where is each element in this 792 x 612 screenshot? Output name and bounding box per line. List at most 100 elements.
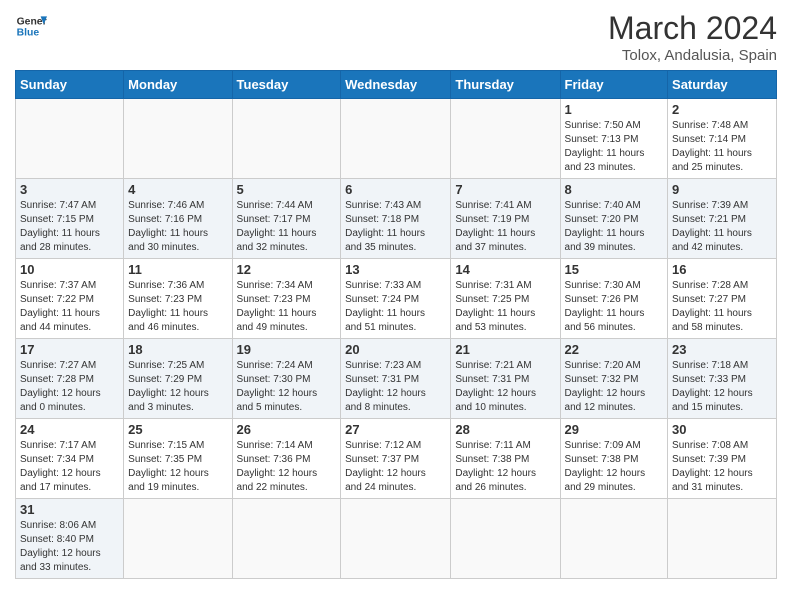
- day-info: Sunrise: 7:14 AM Sunset: 7:36 PM Dayligh…: [237, 439, 337, 495]
- day-info: Sunrise: 7:23 AM Sunset: 7:31 PM Dayligh…: [345, 359, 446, 415]
- calendar-day-cell: [232, 99, 341, 179]
- day-of-week-header: Friday: [560, 71, 668, 99]
- calendar-day-cell: 10 Sunrise: 7:37 AM Sunset: 7:22 PM Dayli…: [16, 259, 124, 339]
- calendar-day-cell: [341, 99, 451, 179]
- day-number: 6: [345, 182, 446, 197]
- day-number: 26: [237, 422, 337, 437]
- calendar-day-cell: [124, 499, 232, 579]
- calendar-day-cell: 31Sunrise: 8:06 AM Sunset: 8:40 PM Dayli…: [16, 499, 124, 579]
- calendar-day-cell: [451, 99, 560, 179]
- day-info: Sunrise: 7:20 AM Sunset: 7:32 PM Dayligh…: [565, 359, 664, 415]
- calendar-day-cell: 7 Sunrise: 7:41 AM Sunset: 7:19 PM Daylig…: [451, 179, 560, 259]
- day-info: Sunrise: 7:09 AM Sunset: 7:38 PM Dayligh…: [565, 439, 664, 495]
- calendar-day-cell: [232, 499, 341, 579]
- calendar-day-cell: [124, 99, 232, 179]
- calendar-day-cell: [16, 99, 124, 179]
- day-number: 2: [672, 102, 772, 117]
- calendar-day-cell: 30 Sunrise: 7:08 AM Sunset: 7:39 PM Dayli…: [668, 419, 777, 499]
- calendar-day-cell: 2 Sunrise: 7:48 AM Sunset: 7:14 PM Daylig…: [668, 99, 777, 179]
- month-year-title: March 2024: [608, 10, 777, 47]
- day-info: Sunrise: 7:43 AM Sunset: 7:18 PM Dayligh…: [345, 199, 446, 255]
- day-info: Sunrise: 7:48 AM Sunset: 7:14 PM Dayligh…: [672, 119, 772, 175]
- day-number: 10: [20, 262, 119, 277]
- calendar-day-cell: [668, 499, 777, 579]
- calendar-day-cell: 24 Sunrise: 7:17 AM Sunset: 7:34 PM Dayli…: [16, 419, 124, 499]
- day-info: Sunrise: 7:36 AM Sunset: 7:23 PM Dayligh…: [128, 279, 227, 335]
- day-info: Sunrise: 7:27 AM Sunset: 7:28 PM Dayligh…: [20, 359, 119, 415]
- day-info: Sunrise: 7:21 AM Sunset: 7:31 PM Dayligh…: [455, 359, 555, 415]
- day-number: 25: [128, 422, 227, 437]
- calendar-day-cell: 4 Sunrise: 7:46 AM Sunset: 7:16 PM Daylig…: [124, 179, 232, 259]
- calendar-day-cell: 27 Sunrise: 7:12 AM Sunset: 7:37 PM Dayli…: [341, 419, 451, 499]
- day-of-week-header: Tuesday: [232, 71, 341, 99]
- calendar-day-cell: [560, 499, 668, 579]
- calendar-header-row: SundayMondayTuesdayWednesdayThursdayFrid…: [16, 71, 777, 99]
- day-info: Sunrise: 7:31 AM Sunset: 7:25 PM Dayligh…: [455, 279, 555, 335]
- day-number: 30: [672, 422, 772, 437]
- day-info: Sunrise: 7:24 AM Sunset: 7:30 PM Dayligh…: [237, 359, 337, 415]
- day-number: 21: [455, 342, 555, 357]
- calendar-day-cell: 17 Sunrise: 7:27 AM Sunset: 7:28 PM Dayli…: [16, 339, 124, 419]
- day-of-week-header: Thursday: [451, 71, 560, 99]
- day-number: 12: [237, 262, 337, 277]
- day-info: Sunrise: 7:47 AM Sunset: 7:15 PM Dayligh…: [20, 199, 119, 255]
- day-info: Sunrise: 7:17 AM Sunset: 7:34 PM Dayligh…: [20, 439, 119, 495]
- calendar-week-row: 17 Sunrise: 7:27 AM Sunset: 7:28 PM Dayli…: [16, 339, 777, 419]
- day-number: 7: [455, 182, 555, 197]
- calendar-day-cell: 6 Sunrise: 7:43 AM Sunset: 7:18 PM Daylig…: [341, 179, 451, 259]
- calendar-day-cell: 12 Sunrise: 7:34 AM Sunset: 7:23 PM Dayli…: [232, 259, 341, 339]
- title-block: March 2024 Tolox, Andalusia, Spain: [608, 10, 777, 64]
- svg-text:Blue: Blue: [17, 28, 40, 39]
- day-number: 27: [345, 422, 446, 437]
- calendar-day-cell: 26 Sunrise: 7:14 AM Sunset: 7:36 PM Dayli…: [232, 419, 341, 499]
- day-number: 11: [128, 262, 227, 277]
- day-number: 24: [20, 422, 119, 437]
- day-number: 28: [455, 422, 555, 437]
- calendar-day-cell: 11 Sunrise: 7:36 AM Sunset: 7:23 PM Dayli…: [124, 259, 232, 339]
- calendar-day-cell: 16Sunrise: 7:28 AM Sunset: 7:27 PM Dayli…: [668, 259, 777, 339]
- calendar-day-cell: 19 Sunrise: 7:24 AM Sunset: 7:30 PM Dayli…: [232, 339, 341, 419]
- location-title: Tolox, Andalusia, Spain: [608, 47, 777, 64]
- day-number: 18: [128, 342, 227, 357]
- calendar-day-cell: 18Sunrise: 7:25 AM Sunset: 7:29 PM Dayli…: [124, 339, 232, 419]
- day-number: 23: [672, 342, 772, 357]
- calendar-week-row: 10 Sunrise: 7:37 AM Sunset: 7:22 PM Dayli…: [16, 259, 777, 339]
- day-info: Sunrise: 8:06 AM Sunset: 8:40 PM Dayligh…: [20, 519, 119, 575]
- calendar-day-cell: 29Sunrise: 7:09 AM Sunset: 7:38 PM Dayli…: [560, 419, 668, 499]
- day-of-week-header: Saturday: [668, 71, 777, 99]
- calendar-day-cell: [451, 499, 560, 579]
- day-number: 19: [237, 342, 337, 357]
- day-number: 20: [345, 342, 446, 357]
- calendar-table: SundayMondayTuesdayWednesdayThursdayFrid…: [15, 70, 777, 579]
- day-info: Sunrise: 7:46 AM Sunset: 7:16 PM Dayligh…: [128, 199, 227, 255]
- day-info: Sunrise: 7:34 AM Sunset: 7:23 PM Dayligh…: [237, 279, 337, 335]
- day-of-week-header: Monday: [124, 71, 232, 99]
- day-number: 3: [20, 182, 119, 197]
- calendar-day-cell: 8 Sunrise: 7:40 AM Sunset: 7:20 PM Daylig…: [560, 179, 668, 259]
- calendar-day-cell: 1Sunrise: 7:50 AM Sunset: 7:13 PM Daylig…: [560, 99, 668, 179]
- day-number: 8: [565, 182, 664, 197]
- day-info: Sunrise: 7:15 AM Sunset: 7:35 PM Dayligh…: [128, 439, 227, 495]
- day-number: 4: [128, 182, 227, 197]
- day-info: Sunrise: 7:08 AM Sunset: 7:39 PM Dayligh…: [672, 439, 772, 495]
- calendar-week-row: 3 Sunrise: 7:47 AM Sunset: 7:15 PM Daylig…: [16, 179, 777, 259]
- day-info: Sunrise: 7:50 AM Sunset: 7:13 PM Dayligh…: [565, 119, 664, 175]
- page: General Blue March 2024 Tolox, Andalusia…: [0, 0, 792, 594]
- day-number: 22: [565, 342, 664, 357]
- calendar-day-cell: 25 Sunrise: 7:15 AM Sunset: 7:35 PM Dayli…: [124, 419, 232, 499]
- day-info: Sunrise: 7:39 AM Sunset: 7:21 PM Dayligh…: [672, 199, 772, 255]
- calendar-day-cell: 13Sunrise: 7:33 AM Sunset: 7:24 PM Dayli…: [341, 259, 451, 339]
- day-info: Sunrise: 7:41 AM Sunset: 7:19 PM Dayligh…: [455, 199, 555, 255]
- day-info: Sunrise: 7:12 AM Sunset: 7:37 PM Dayligh…: [345, 439, 446, 495]
- calendar-week-row: 31Sunrise: 8:06 AM Sunset: 8:40 PM Dayli…: [16, 499, 777, 579]
- day-info: Sunrise: 7:40 AM Sunset: 7:20 PM Dayligh…: [565, 199, 664, 255]
- logo: General Blue: [15, 10, 47, 42]
- calendar-day-cell: 21 Sunrise: 7:21 AM Sunset: 7:31 PM Dayli…: [451, 339, 560, 419]
- calendar-week-row: 24 Sunrise: 7:17 AM Sunset: 7:34 PM Dayli…: [16, 419, 777, 499]
- day-of-week-header: Sunday: [16, 71, 124, 99]
- calendar-day-cell: 14Sunrise: 7:31 AM Sunset: 7:25 PM Dayli…: [451, 259, 560, 339]
- day-number: 17: [20, 342, 119, 357]
- header: General Blue March 2024 Tolox, Andalusia…: [15, 10, 777, 64]
- day-info: Sunrise: 7:28 AM Sunset: 7:27 PM Dayligh…: [672, 279, 772, 335]
- day-info: Sunrise: 7:37 AM Sunset: 7:22 PM Dayligh…: [20, 279, 119, 335]
